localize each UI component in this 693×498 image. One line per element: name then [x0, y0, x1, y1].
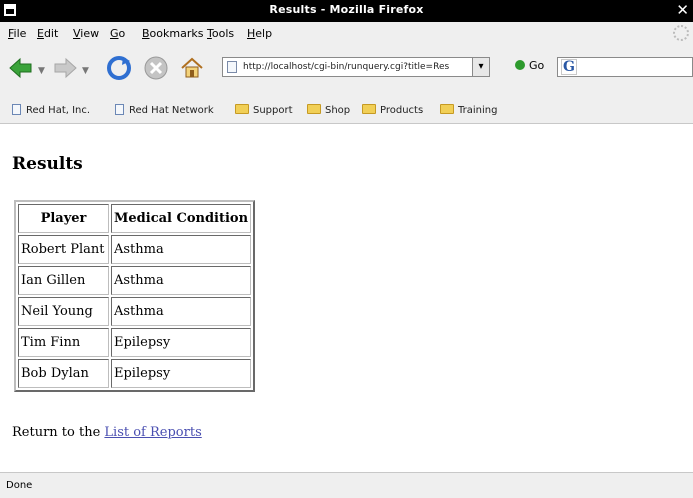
list-of-reports-link[interactable]: List of Reports [104, 425, 201, 440]
bookmark-red-hat-network[interactable]: Red Hat Network [115, 104, 214, 116]
bookmark-folder-support[interactable]: Support [235, 104, 293, 116]
bookmark-folder-training[interactable]: Training [440, 104, 497, 116]
table-cell-player: Neil Young [18, 297, 109, 326]
window-title: Results - Mozilla Firefox [269, 3, 424, 16]
table-row: Ian Gillen Asthma [18, 266, 252, 295]
throbber-icon [673, 25, 689, 41]
page-content: Results Player Medical Condition Robert … [0, 124, 693, 472]
table-cell-condition: Asthma [111, 297, 252, 326]
search-box[interactable]: G [557, 57, 693, 77]
window-titlebar: Results - Mozilla Firefox ✕ [0, 0, 693, 22]
table-cell-player: Robert Plant [18, 235, 109, 264]
menu-bar: File Edit View Go Bookmarks Tools Help [0, 22, 693, 44]
table-row: Bob Dylan Epilepsy [18, 359, 252, 388]
menu-help[interactable]: Help [247, 27, 272, 40]
menu-edit[interactable]: Edit [37, 27, 58, 40]
bookmark-folder-products[interactable]: Products [362, 104, 423, 116]
url-bar[interactable]: ▾ [222, 57, 490, 77]
folder-icon [235, 104, 249, 114]
table-row: Robert Plant Asthma [18, 235, 252, 264]
table-row: Neil Young Asthma [18, 297, 252, 326]
table-header-row: Player Medical Condition [18, 204, 252, 233]
go-button[interactable]: Go [515, 59, 544, 72]
menu-bookmarks[interactable]: Bookmarks [142, 27, 203, 40]
table-row: Tim Finn Epilepsy [18, 328, 252, 357]
page-icon [115, 104, 124, 115]
google-icon[interactable]: G [561, 59, 577, 75]
table-cell-condition: Asthma [111, 266, 252, 295]
status-bar: Done [0, 472, 693, 498]
status-text: Done [6, 480, 33, 491]
url-history-dropdown[interactable]: ▾ [472, 58, 489, 76]
bookmarks-toolbar: Red Hat, Inc. Red Hat Network Support Sh… [0, 98, 693, 124]
table-cell-player: Bob Dylan [18, 359, 109, 388]
close-icon[interactable]: ✕ [676, 1, 689, 19]
go-icon [515, 60, 525, 70]
table-cell-player: Tim Finn [18, 328, 109, 357]
navigation-toolbar: ▼ ▼ ▾ Go G [0, 44, 693, 98]
table-cell-player: Ian Gillen [18, 266, 109, 295]
forward-arrow-icon[interactable] [52, 55, 78, 81]
menu-tools[interactable]: Tools [207, 27, 234, 40]
forward-dropdown-icon[interactable]: ▼ [82, 66, 89, 76]
folder-icon [307, 104, 321, 114]
folder-icon [440, 104, 454, 114]
menu-go[interactable]: Go [110, 27, 125, 40]
back-arrow-icon[interactable] [8, 55, 34, 81]
page-icon [227, 61, 237, 73]
url-input[interactable] [243, 60, 473, 74]
return-text: Return to the List of Reports [12, 425, 202, 440]
bookmark-red-hat-inc[interactable]: Red Hat, Inc. [12, 104, 90, 116]
table-header-player: Player [18, 204, 109, 233]
folder-icon [362, 104, 376, 114]
home-icon[interactable] [179, 55, 205, 81]
table-header-medical-condition: Medical Condition [111, 204, 252, 233]
page-icon [12, 104, 21, 115]
menu-view[interactable]: View [73, 27, 99, 40]
menu-file[interactable]: File [8, 27, 26, 40]
stop-icon[interactable] [143, 55, 169, 81]
back-dropdown-icon[interactable]: ▼ [38, 66, 45, 76]
table-cell-condition: Asthma [111, 235, 252, 264]
table-cell-condition: Epilepsy [111, 359, 252, 388]
reload-icon[interactable] [106, 55, 132, 81]
results-table: Player Medical Condition Robert Plant As… [14, 200, 256, 392]
page-title: Results [12, 154, 83, 174]
bookmark-folder-shop[interactable]: Shop [307, 104, 350, 116]
table-cell-condition: Epilepsy [111, 328, 252, 357]
